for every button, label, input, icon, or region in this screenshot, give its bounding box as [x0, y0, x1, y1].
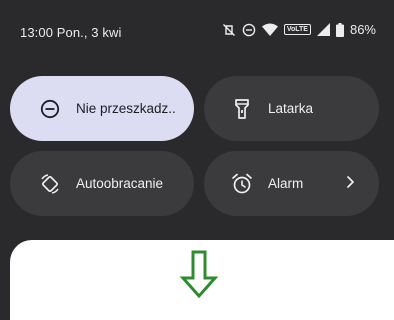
tile-flashlight[interactable]: Latarka	[204, 76, 379, 141]
signal-icon	[316, 23, 330, 36]
tile-do-not-disturb[interactable]: Nie przeszkadz..	[10, 76, 194, 141]
tile-alarm[interactable]: Alarm	[204, 151, 379, 216]
dnd-icon	[242, 23, 256, 37]
status-time-date: 13:00 Pon., 3 kwi	[20, 25, 122, 40]
down-arrow-icon	[177, 250, 221, 303]
tile-label: Nie przeszkadz..	[76, 101, 176, 116]
volte-icon: VoLTE	[283, 24, 311, 35]
chevron-right-icon[interactable]	[345, 175, 355, 192]
status-bar: 13:00 Pon., 3 kwi VoLTE 86%	[0, 0, 394, 62]
vibrate-off-icon	[222, 23, 236, 37]
tile-label: Latarka	[268, 101, 314, 116]
tile-label: Alarm	[268, 176, 304, 191]
flashlight-icon	[230, 97, 254, 121]
auto-rotate-icon	[38, 172, 62, 196]
wifi-icon	[261, 23, 278, 36]
dnd-icon	[38, 97, 62, 121]
alarm-icon	[230, 172, 254, 196]
battery-percent: 86%	[349, 22, 376, 37]
status-icons: VoLTE 86%	[222, 22, 376, 37]
tile-label: Autoobracanie	[76, 176, 164, 191]
tile-auto-rotate[interactable]: Autoobracanie	[10, 151, 194, 216]
battery-icon	[335, 22, 344, 37]
